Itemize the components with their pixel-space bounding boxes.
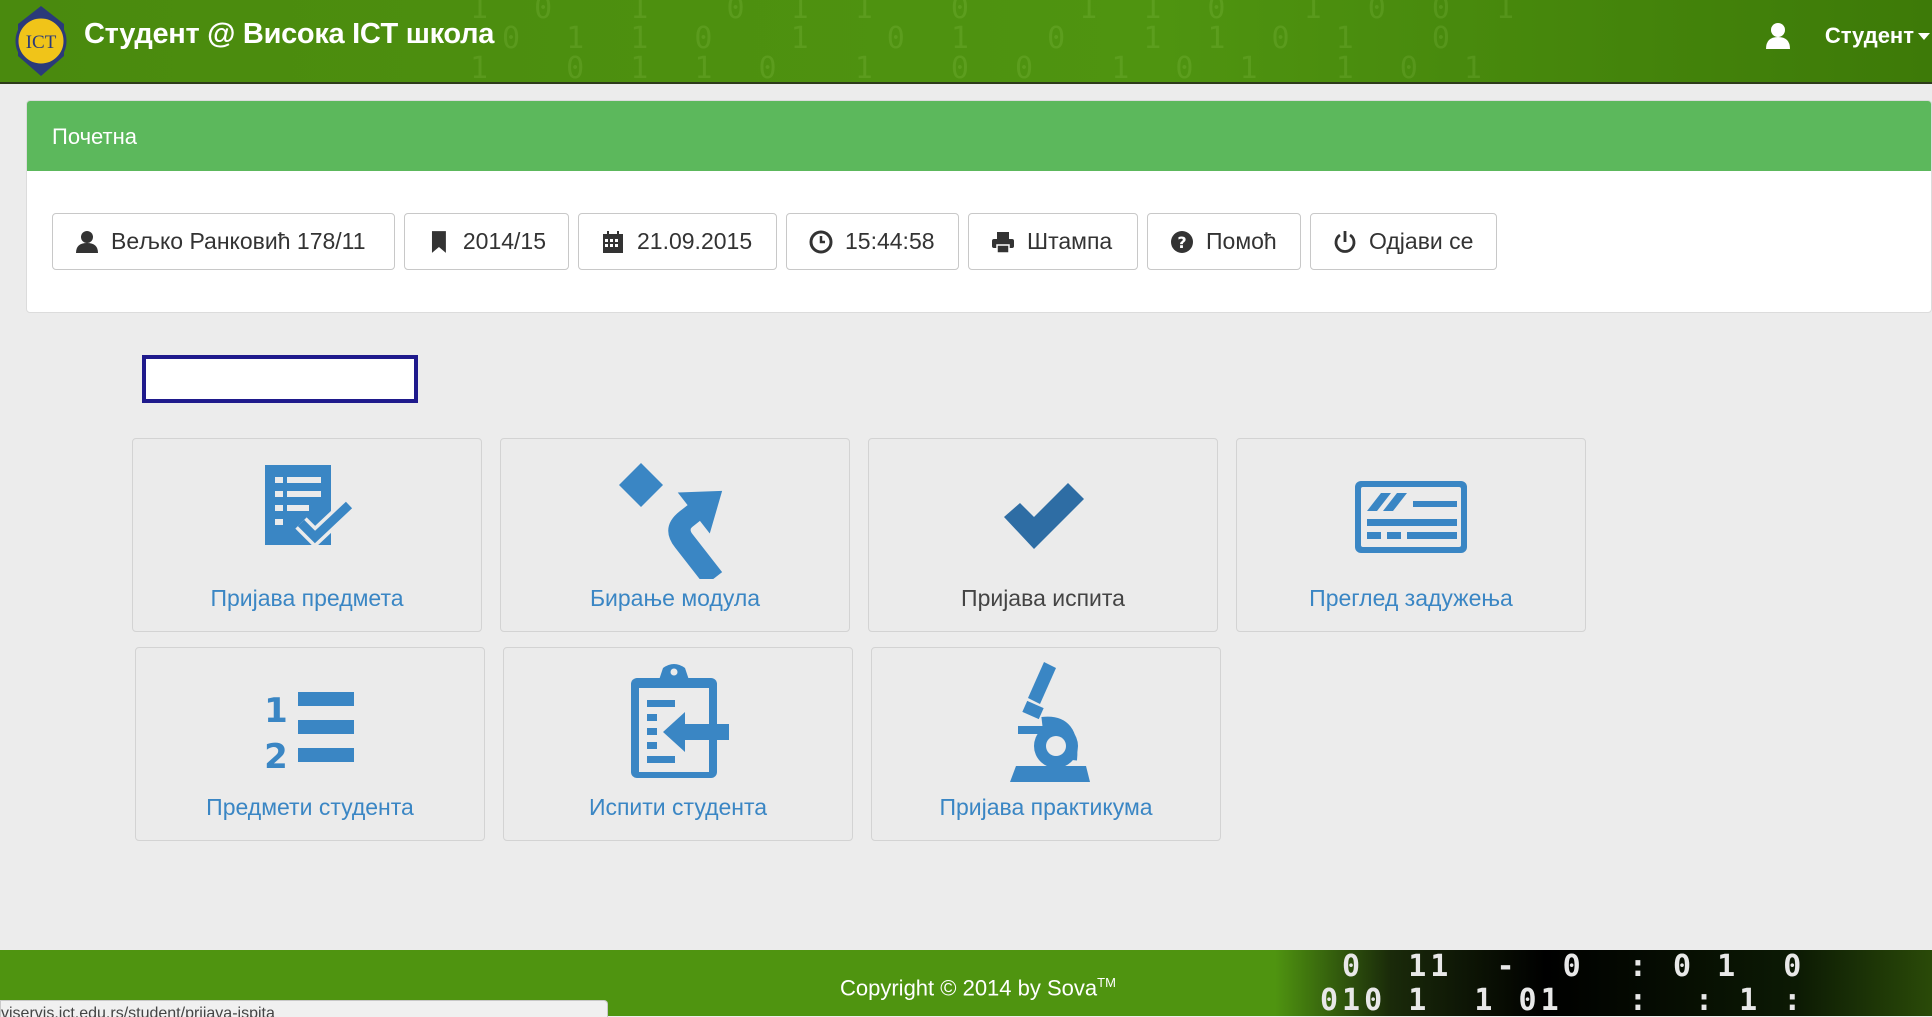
checklist-icon — [265, 465, 353, 549]
date-label: 21.09.2015 — [637, 228, 753, 254]
student-name-label: Вељко Ранковић 178/11 — [111, 228, 366, 254]
checkmark-icon — [1004, 483, 1084, 549]
tile-module-selection[interactable]: Бирање модула — [500, 438, 850, 632]
tile-label: Бирање модула — [589, 585, 761, 611]
tile-course-registration[interactable]: Пријава предмета — [132, 438, 482, 632]
print-button[interactable]: Штампа — [968, 213, 1138, 270]
copyright-text: Copyright © 2014 by SovaTM — [840, 975, 1116, 1001]
help-label: Помоћ — [1206, 228, 1277, 254]
date-button[interactable]: 21.09.2015 — [578, 213, 777, 270]
time-button[interactable]: 15:44:58 — [786, 213, 959, 270]
tile-label: Испити студента — [588, 794, 768, 820]
tile-label: Преглед задужења — [1309, 585, 1513, 611]
tile-student-exams[interactable]: Испити студента — [503, 647, 853, 841]
search-input[interactable] — [142, 355, 418, 403]
print-label: Штампа — [1027, 228, 1113, 254]
tile-debt-overview[interactable]: Преглед задужења — [1236, 438, 1586, 632]
user-icon — [76, 230, 98, 253]
user-dropdown[interactable]: Студент — [1765, 22, 1930, 50]
print-icon — [992, 231, 1014, 254]
matrix-footer-decoration: 0 11 - 0 : 0 1 0 010 1 1 01 : : 1 : — [1320, 950, 1806, 1016]
student-name-button[interactable]: Вељко Ранковић 178/11 — [52, 213, 395, 270]
caret-down-icon — [1918, 32, 1930, 40]
question-icon: ? — [1171, 230, 1193, 253]
school-year-button[interactable]: 2014/15 — [404, 213, 569, 270]
user-dropdown-label: Студент — [1824, 23, 1914, 48]
browser-status-url: viservis.ict.edu.rs/student/prijava-ispi… — [0, 1000, 608, 1017]
tile-lab-registration[interactable]: Пријава практикума — [871, 647, 1221, 841]
panel-heading: Почетна — [27, 101, 1931, 171]
microscope-icon — [1010, 662, 1090, 782]
tile-label: Пријава предмета — [210, 585, 404, 611]
tile-exam-registration[interactable]: Пријава испита — [868, 438, 1218, 632]
svg-text:1: 1 — [264, 691, 288, 731]
top-navbar: 1 0 1 0 1 1 0 1 1 0 1 0 0 1 0 1 1 0 1 0 … — [0, 0, 1932, 84]
calendar-icon — [603, 230, 623, 253]
power-icon — [1334, 230, 1356, 253]
copyright-label: Copyright © 2014 by Sova — [840, 975, 1098, 1001]
ict-logo[interactable]: ICT — [10, 4, 72, 78]
trademark-label: TM — [1097, 975, 1116, 990]
logo-text: ICT — [26, 32, 57, 53]
home-panel: Почетна Вељко Ранковић 178/11 2014/15 21… — [26, 100, 1932, 313]
tile-label: Пријава испита — [961, 585, 1125, 611]
school-year-label: 2014/15 — [462, 228, 546, 254]
clock-icon — [809, 230, 833, 253]
help-button[interactable]: ? Помоћ — [1147, 213, 1301, 270]
svg-text:2: 2 — [264, 737, 288, 772]
info-button-row: Вељко Ранковић 178/11 2014/15 21.09.2015… — [52, 213, 1506, 270]
bookmark-icon — [431, 230, 446, 253]
tile-label: Пријава практикума — [939, 794, 1153, 820]
user-icon — [1765, 23, 1790, 49]
ordered-list-icon: 1 2 — [264, 691, 354, 772]
svg-text:?: ? — [1177, 233, 1186, 252]
clipboard-import-icon — [631, 664, 729, 778]
brand-title[interactable]: Студент @ Висока ICT школа — [84, 18, 494, 51]
card-icon — [1355, 481, 1467, 553]
tile-student-courses[interactable]: 1 2 Предмети студента — [135, 647, 485, 841]
fork-arrow-icon — [619, 463, 723, 579]
logout-label: Одјави се — [1369, 228, 1474, 254]
logout-button[interactable]: Одјави се — [1310, 213, 1497, 270]
tile-label: Предмети студента — [206, 794, 414, 820]
time-label: 15:44:58 — [845, 228, 935, 254]
matrix-background-decoration: 1 0 1 0 1 1 0 1 1 0 1 0 0 1 0 1 1 0 1 0 … — [470, 0, 1529, 84]
